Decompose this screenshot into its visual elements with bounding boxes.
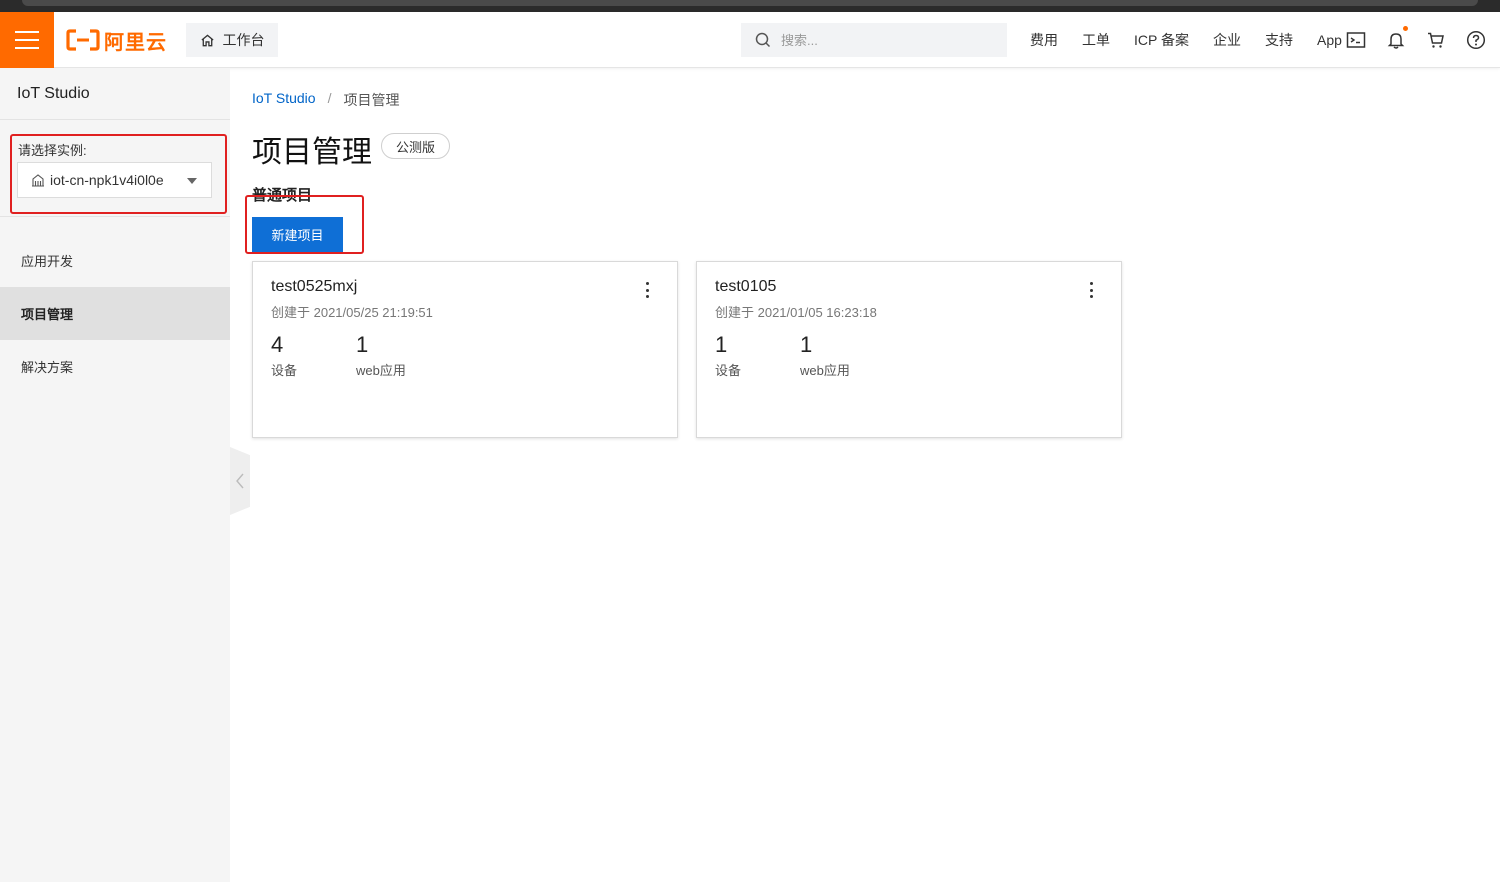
project-card[interactable]: test0105 创建于 2021/01/05 16:23:18 1 设备 1 … bbox=[696, 261, 1122, 438]
sidebar: IoT Studio 请选择实例: iot-cn-npk1v4i0l0e 应用开… bbox=[0, 68, 230, 882]
instance-select[interactable]: iot-cn-npk1v4i0l0e bbox=[17, 162, 212, 198]
web-app-count-label: web应用 bbox=[356, 363, 406, 378]
breadcrumb-current: 项目管理 bbox=[343, 92, 400, 108]
logo[interactable]: 阿里云 bbox=[66, 26, 167, 54]
device-count: 4 设备 bbox=[271, 332, 297, 379]
device-count-label: 设备 bbox=[271, 363, 298, 378]
project-name[interactable]: test0525mxj bbox=[271, 278, 357, 296]
sidebar-collapse-handle[interactable] bbox=[230, 447, 250, 515]
chevron-left-icon bbox=[236, 473, 244, 489]
nav-item-app[interactable]: App bbox=[1317, 32, 1342, 48]
more-vertical-icon[interactable] bbox=[1085, 280, 1097, 300]
nav-item-support[interactable]: 支持 bbox=[1265, 30, 1293, 50]
more-vertical-icon[interactable] bbox=[641, 280, 653, 300]
project-card[interactable]: test0525mxj 创建于 2021/05/25 21:19:51 4 设备… bbox=[252, 261, 678, 438]
instance-value: iot-cn-npk1v4i0l0e bbox=[50, 172, 164, 188]
chevron-down-icon bbox=[187, 178, 197, 184]
project-created-date: 创建于 2021/05/25 21:19:51 bbox=[271, 305, 433, 320]
search-box[interactable] bbox=[741, 23, 1007, 57]
web-app-count-label: web应用 bbox=[800, 363, 850, 378]
web-app-count-value: 1 bbox=[356, 332, 369, 357]
sidebar-item-solutions[interactable]: 解决方案 bbox=[0, 340, 230, 393]
project-name[interactable]: test0105 bbox=[715, 278, 776, 296]
nav-item-fees[interactable]: 费用 bbox=[1030, 30, 1058, 50]
cart-icon[interactable] bbox=[1426, 30, 1446, 50]
bell-icon[interactable] bbox=[1386, 26, 1408, 50]
building-icon bbox=[32, 174, 44, 187]
sidebar-item-app-dev[interactable]: 应用开发 bbox=[0, 234, 230, 287]
sidebar-item-project-management[interactable]: 项目管理 bbox=[0, 287, 230, 340]
breadcrumb-root-link[interactable]: IoT Studio bbox=[252, 90, 316, 110]
workbench-button[interactable]: 工作台 bbox=[186, 23, 278, 57]
new-project-button[interactable]: 新建项目 bbox=[252, 217, 343, 252]
menu-icon[interactable] bbox=[0, 12, 54, 68]
device-count-value: 4 bbox=[271, 332, 284, 357]
top-header: 阿里云 工作台 费用 工单 ICP 备案 企业 支持 App bbox=[0, 12, 1500, 68]
beta-badge: 公测版 bbox=[381, 133, 451, 159]
search-input[interactable] bbox=[781, 32, 981, 48]
section-label: 普通项目 bbox=[252, 187, 313, 204]
notification-dot bbox=[1403, 26, 1408, 31]
breadcrumb: IoT Studio / 项目管理 bbox=[252, 90, 399, 110]
project-created-date: 创建于 2021/01/05 16:23:18 bbox=[715, 305, 877, 320]
sidebar-divider bbox=[0, 216, 230, 217]
web-app-count-value: 1 bbox=[800, 332, 813, 357]
web-app-count: 1 web应用 bbox=[356, 332, 406, 379]
sidebar-nav: 应用开发 项目管理 解决方案 bbox=[0, 234, 230, 393]
sidebar-title: IoT Studio bbox=[0, 68, 230, 120]
device-count: 1 设备 bbox=[715, 332, 741, 379]
breadcrumb-separator: / bbox=[327, 90, 332, 106]
web-app-count: 1 web应用 bbox=[800, 332, 850, 379]
instance-label: 请选择实例: bbox=[18, 143, 87, 158]
device-count-label: 设备 bbox=[715, 363, 742, 378]
window-top-strip bbox=[0, 0, 1500, 12]
terminal-icon[interactable] bbox=[1346, 30, 1366, 50]
page-title: 项目管理 bbox=[252, 136, 372, 169]
nav-item-tickets[interactable]: 工单 bbox=[1082, 30, 1110, 50]
nav-item-icp[interactable]: ICP 备案 bbox=[1134, 30, 1189, 50]
device-count-value: 1 bbox=[715, 332, 728, 357]
nav-item-enterprise[interactable]: 企业 bbox=[1213, 30, 1241, 50]
home-icon bbox=[200, 33, 214, 46]
search-icon bbox=[755, 32, 771, 48]
workbench-label: 工作台 bbox=[222, 32, 265, 48]
logo-mark-icon bbox=[66, 29, 100, 51]
header-nav: 费用 工单 ICP 备案 企业 支持 App bbox=[1030, 12, 1366, 68]
help-icon[interactable] bbox=[1466, 30, 1486, 50]
logo-text: 阿里云 bbox=[104, 31, 167, 54]
